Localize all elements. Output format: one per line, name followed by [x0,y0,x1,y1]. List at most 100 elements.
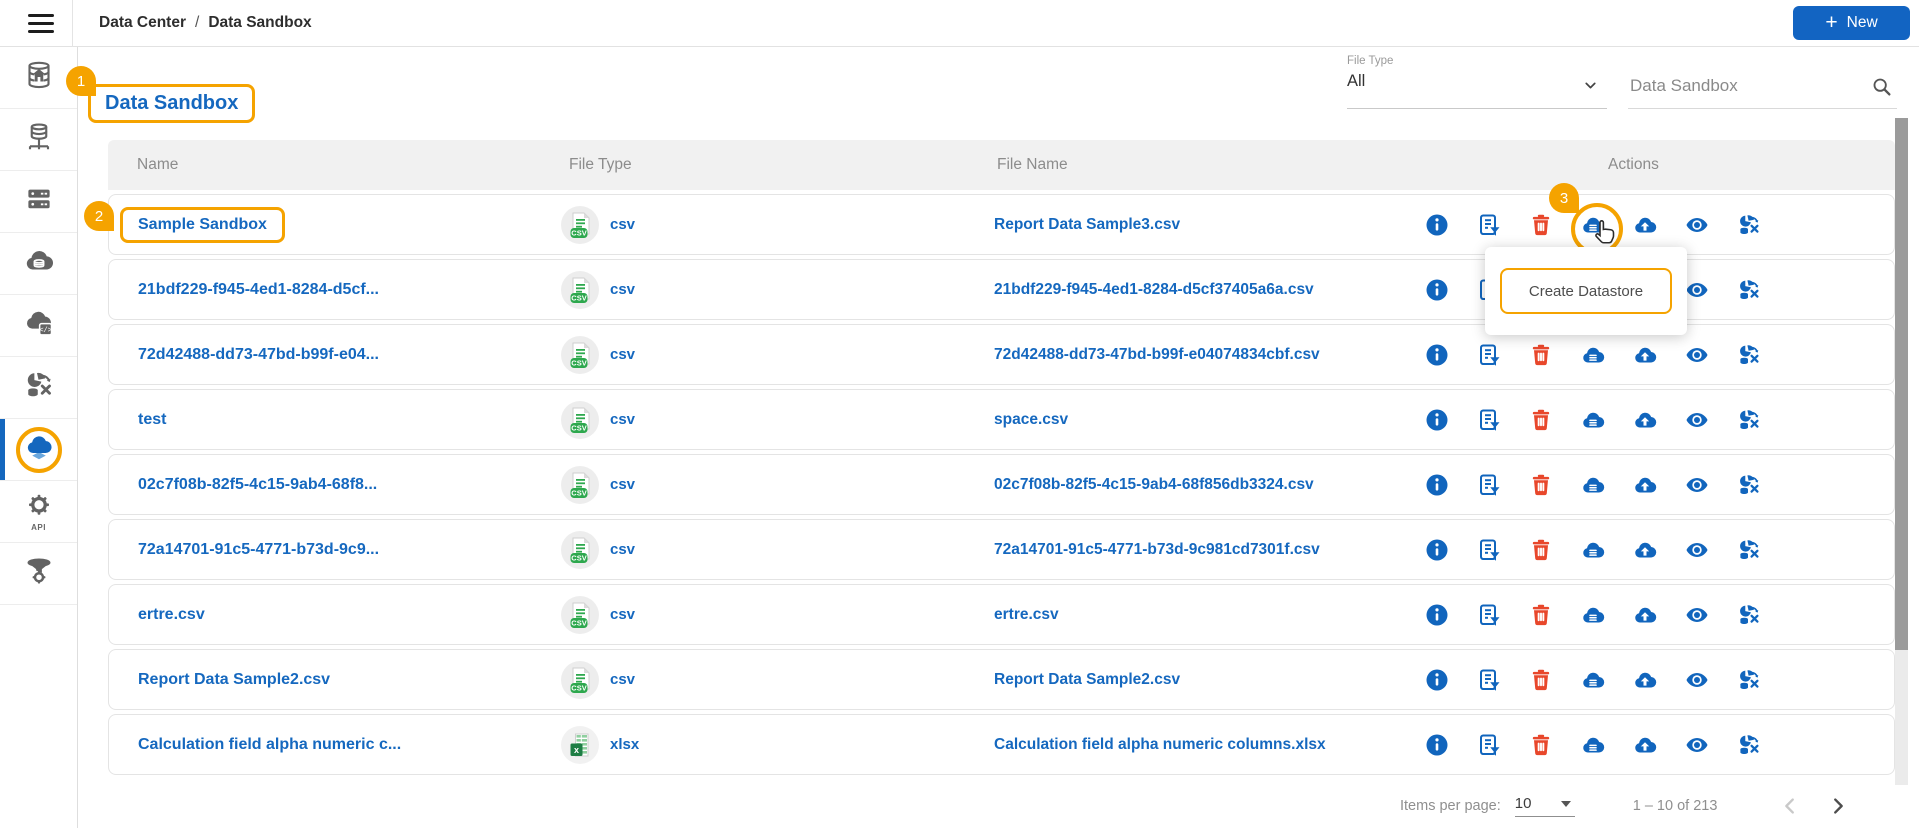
hamburger-menu-icon[interactable] [28,13,54,33]
preview-icon[interactable] [1685,733,1709,757]
file-name-link[interactable]: Report Data Sample3.csv [994,216,1180,233]
create-datastore-icon[interactable] [1581,473,1605,497]
preview-icon[interactable] [1685,343,1709,367]
upload-icon[interactable] [1633,668,1657,692]
sandbox-name-link[interactable]: 21bdf229-f945-4ed1-8284-d5cf... [138,281,379,298]
copy-rules-icon[interactable] [1477,733,1501,757]
file-type-value: csv [610,476,636,493]
preview-icon[interactable] [1685,473,1709,497]
sidebar-item-cloud-database[interactable] [0,233,77,295]
sandbox-name-link[interactable]: 72a14701-91c5-4771-b73d-9c9... [138,541,379,558]
info-icon[interactable] [1425,733,1449,757]
items-per-page-select[interactable]: 10 [1514,795,1575,817]
data-sync-icon[interactable] [1737,343,1761,367]
file-name-link[interactable]: 02c7f08b-82f5-4c15-9ab4-68f856db3324.csv [994,476,1314,493]
create-datastore-icon[interactable] [1581,668,1605,692]
info-icon[interactable] [1425,538,1449,562]
copy-rules-icon[interactable] [1477,408,1501,432]
upload-icon[interactable] [1633,473,1657,497]
delete-icon[interactable] [1529,538,1553,562]
scrollbar-track[interactable] [1895,118,1908,785]
upload-icon[interactable] [1633,538,1657,562]
breadcrumb-root[interactable]: Data Center [99,14,186,32]
preview-icon[interactable] [1685,213,1709,237]
search-input[interactable] [1628,75,1856,97]
copy-rules-icon[interactable] [1477,668,1501,692]
table-row: Report Data Sample2.csv CSV csv Report Data… [108,649,1895,710]
info-icon[interactable] [1425,278,1449,302]
sidebar-item-data-transform[interactable] [0,357,77,419]
delete-icon[interactable] [1529,213,1553,237]
upload-icon[interactable] [1633,408,1657,432]
data-sync-icon[interactable] [1737,278,1761,302]
search-icon[interactable] [1871,76,1893,98]
next-page-button[interactable] [1827,795,1849,817]
scrollbar-thumb[interactable] [1895,118,1908,650]
sandbox-name-link[interactable]: ertre.csv [138,606,205,623]
preview-icon[interactable] [1685,668,1709,692]
create-datastore-icon[interactable] [1581,603,1605,627]
sidebar-item-database-network[interactable] [0,109,77,171]
file-name-link[interactable]: Report Data Sample2.csv [994,671,1180,688]
upload-icon[interactable] [1633,213,1657,237]
sidebar-item-api-gear[interactable]: API [0,481,77,543]
delete-icon[interactable] [1529,408,1553,432]
info-icon[interactable] [1425,603,1449,627]
preview-icon[interactable] [1685,538,1709,562]
sidebar-item-data-sandbox-cloud[interactable] [0,419,77,481]
data-sync-icon[interactable] [1737,733,1761,757]
delete-icon[interactable] [1529,668,1553,692]
copy-rules-icon[interactable] [1477,473,1501,497]
preview-icon[interactable] [1685,408,1709,432]
file-name-link[interactable]: 72d42488-dd73-47bd-b99f-e04074834cbf.csv [994,346,1320,363]
info-icon[interactable] [1425,473,1449,497]
sandbox-name-link[interactable]: 72d42488-dd73-47bd-b99f-e04... [138,346,379,363]
data-sync-icon[interactable] [1737,408,1761,432]
data-sync-icon[interactable] [1737,668,1761,692]
info-icon[interactable] [1425,343,1449,367]
copy-rules-icon[interactable] [1477,603,1501,627]
preview-icon[interactable] [1685,603,1709,627]
create-datastore-icon[interactable] [1581,343,1605,367]
sandbox-name-link[interactable]: 02c7f08b-82f5-4c15-9ab4-68f8... [138,476,377,493]
data-sync-icon[interactable] [1737,603,1761,627]
sandbox-name-link[interactable]: Calculation field alpha numeric c... [138,736,401,753]
sandbox-name-link[interactable]: test [138,411,166,428]
info-icon[interactable] [1425,408,1449,432]
delete-icon[interactable] [1529,473,1553,497]
upload-icon[interactable] [1633,343,1657,367]
file-name-link[interactable]: space.csv [994,411,1068,428]
sandbox-name-link[interactable]: Report Data Sample2.csv [138,671,330,688]
create-datastore-icon[interactable] [1581,733,1605,757]
sandbox-name-link[interactable]: Sample Sandbox [120,206,285,243]
create-datastore-icon[interactable] [1581,408,1605,432]
file-name-link[interactable]: ertre.csv [994,606,1059,623]
copy-rules-icon[interactable] [1477,343,1501,367]
file-type-select[interactable]: File Type All [1347,55,1607,109]
delete-icon[interactable] [1529,343,1553,367]
info-icon[interactable] [1425,668,1449,692]
info-icon[interactable] [1425,213,1449,237]
file-name-link[interactable]: 72a14701-91c5-4771-b73d-9c981cd7301f.csv [994,541,1320,558]
create-datastore-icon[interactable] [1581,538,1605,562]
new-button[interactable]: + New [1793,6,1910,40]
sidebar-item-server-rack[interactable] [0,171,77,233]
delete-icon[interactable] [1529,733,1553,757]
sidebar-item-cloud-database-code[interactable]: </> [0,295,77,357]
file-name-link[interactable]: 21bdf229-f945-4ed1-8284-d5cf37405a6a.csv [994,281,1314,298]
sidebar-item-pipeline-funnel[interactable] [0,543,77,605]
items-per-page-value: 10 [1514,795,1532,812]
delete-icon[interactable] [1529,603,1553,627]
breadcrumb-separator: / [195,14,200,31]
preview-icon[interactable] [1685,278,1709,302]
actions-cell [1416,343,1894,367]
previous-page-button[interactable] [1779,795,1801,817]
data-sync-icon[interactable] [1737,473,1761,497]
data-sync-icon[interactable] [1737,538,1761,562]
upload-icon[interactable] [1633,603,1657,627]
copy-rules-icon[interactable] [1477,213,1501,237]
data-sync-icon[interactable] [1737,213,1761,237]
file-name-link[interactable]: Calculation field alpha numeric columns.… [994,736,1326,753]
upload-icon[interactable] [1633,733,1657,757]
copy-rules-icon[interactable] [1477,538,1501,562]
